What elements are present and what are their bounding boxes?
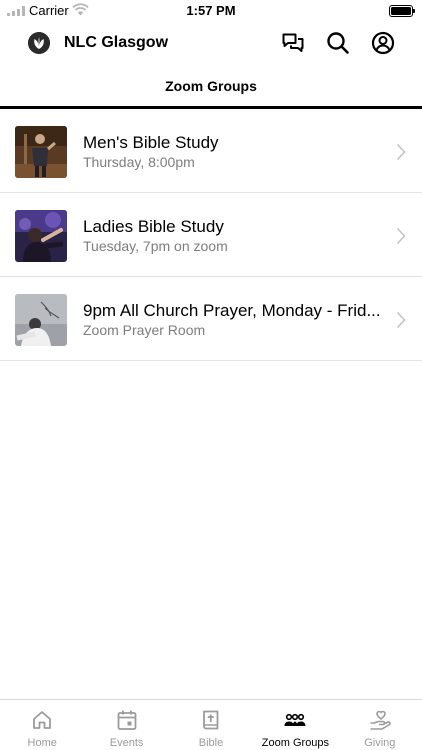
search-button[interactable] [325,30,351,56]
list-item-title: 9pm All Church Prayer, Monday - Frid... [83,301,381,320]
chevron-right-icon [396,311,406,329]
tab-label: Events [109,737,144,749]
app-header: NLC Glasgow [0,22,422,66]
list-item[interactable]: Ladies Bible Study Tuesday, 7pm on zoom [0,193,422,277]
tab-bible[interactable]: Bible [169,700,253,750]
groups-list: Men's Bible Study Thursday, 8:00pm Ladie… [0,109,422,361]
calendar-icon [115,708,139,732]
list-item[interactable]: Men's Bible Study Thursday, 8:00pm [0,109,422,193]
list-item-subtitle: Zoom Prayer Room [83,322,206,338]
chevron-right-icon [396,227,406,245]
list-item-subtitle: Thursday, 8:00pm [83,154,195,170]
list-item-title: Men's Bible Study [83,133,219,152]
list-item-title: Ladies Bible Study [83,217,224,236]
tab-home[interactable]: Home [0,700,84,750]
list-item-subtitle: Tuesday, 7pm on zoom [83,238,228,254]
home-icon [30,708,54,732]
church-logo-icon[interactable] [28,32,50,54]
app-title: NLC Glasgow [64,34,169,51]
profile-button[interactable] [370,30,396,56]
prayer-photo [15,294,67,346]
giving-heart-icon [368,708,392,732]
list-item[interactable]: 9pm All Church Prayer, Monday - Frid... … [0,277,422,361]
tab-label: Bible [198,737,224,749]
status-bar: Carrier 1:57 PM [0,0,422,22]
clock: 1:57 PM [186,3,236,18]
tab-bar: Home Events Bible Zoom Groups Giving [0,699,422,750]
chat-icon [282,33,304,52]
tab-label: Giving [364,737,396,749]
page-title: Zoom Groups [165,78,257,94]
tab-label: Zoom Groups [261,737,330,749]
groups-icon [283,708,307,732]
battery-icon [389,5,415,17]
tab-label: Home [27,737,57,749]
profile-icon [371,31,395,55]
chevron-right-icon [396,143,406,161]
chat-button[interactable] [280,30,306,56]
worship-photo [15,210,67,262]
tab-giving[interactable]: Giving [338,700,422,750]
speaker-photo [15,126,67,178]
tab-events[interactable]: Events [84,700,168,750]
search-icon [327,32,349,54]
tab-zoom-groups[interactable]: Zoom Groups [253,700,337,750]
bible-icon [199,708,223,732]
